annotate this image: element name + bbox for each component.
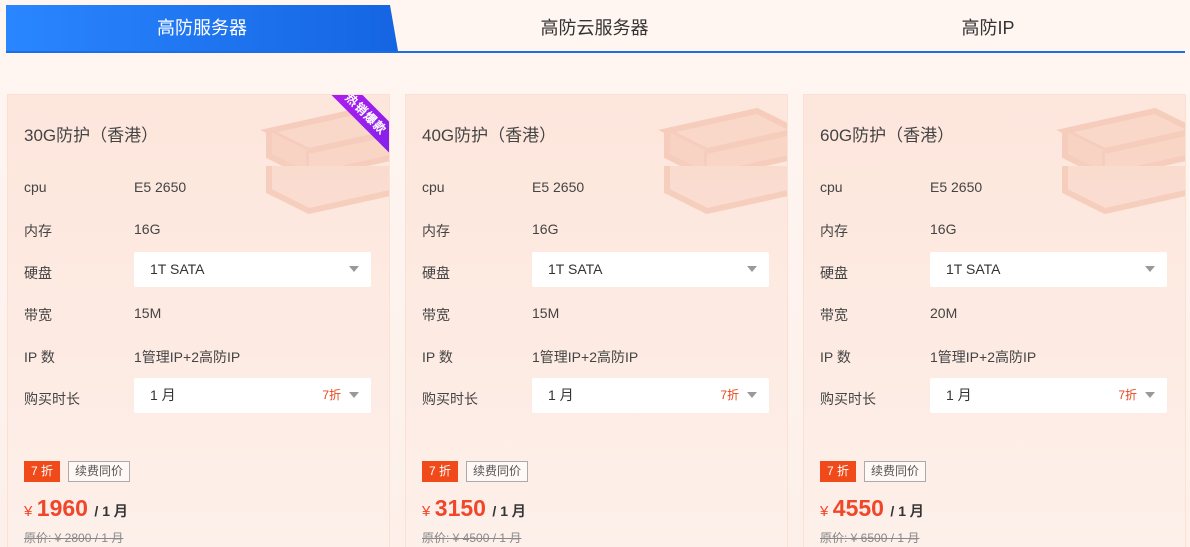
duration-select-value: 1 月: [946, 387, 972, 403]
pricing-page: 高防服务器 高防云服务器 高防IP 热销爆款 30G防护（香港） cpu E5 …: [0, 0, 1190, 547]
ip-label: IP 数: [820, 349, 851, 365]
memory-value: 16G: [134, 221, 161, 237]
plan-title: 40G防护（香港）: [422, 126, 557, 145]
bandwidth-value: 15M: [134, 305, 162, 321]
duration-select[interactable]: 1 月 7折: [134, 378, 371, 413]
memory-label: 内存: [820, 223, 848, 239]
price-unit: / 1 月: [94, 503, 128, 519]
disk-select[interactable]: 1T SATA: [930, 252, 1167, 287]
cpu-value: E5 2650: [532, 179, 585, 195]
price-unit: / 1 月: [492, 503, 526, 519]
renew-badge: 续费同价: [68, 461, 131, 482]
tab-ddos-ip[interactable]: 高防IP: [791, 5, 1185, 51]
chevron-down-icon: [1145, 266, 1155, 272]
memory-value: 16G: [532, 221, 559, 237]
discount-badge: 7 折: [820, 461, 857, 482]
memory-value: 16G: [930, 221, 957, 237]
cpu-label: cpu: [422, 179, 445, 195]
ip-value: 1管理IP+2高防IP: [134, 349, 241, 365]
cpu-label: cpu: [24, 179, 47, 195]
price: ¥ 3150 / 1 月: [422, 495, 526, 525]
hot-ribbon-label: 热销爆款: [319, 95, 389, 159]
disk-label: 硬盘: [820, 265, 848, 281]
disk-select[interactable]: 1T SATA: [532, 252, 769, 287]
disk-select-value: 1T SATA: [946, 261, 1001, 277]
chevron-down-icon: [349, 266, 359, 272]
bandwidth-label: 带宽: [24, 307, 52, 323]
duration-select-value: 1 月: [548, 387, 574, 403]
duration-discount: 7折: [322, 388, 341, 402]
disk-select[interactable]: 1T SATA: [134, 252, 371, 287]
price-unit: / 1 月: [890, 503, 924, 519]
price-amount: 3150: [434, 495, 486, 521]
disk-label: 硬盘: [24, 265, 52, 281]
bandwidth-value: 15M: [532, 305, 560, 321]
ip-value: 1管理IP+2高防IP: [532, 349, 639, 365]
product-tabs: 高防服务器 高防云服务器 高防IP: [6, 5, 1185, 53]
plan-title: 60G防护（香港）: [820, 126, 955, 145]
hot-ribbon: 热销爆款: [315, 95, 389, 159]
discount-badge: 7 折: [422, 461, 459, 482]
chevron-down-icon: [349, 392, 359, 398]
duration-select[interactable]: 1 月 7折: [532, 378, 769, 413]
memory-label: 内存: [422, 223, 450, 239]
tab-ddos-cloud-server[interactable]: 高防云服务器: [398, 5, 791, 51]
original-price: 原价: ¥ 6500 / 1 月: [820, 531, 920, 545]
chevron-down-icon: [747, 392, 757, 398]
duration-discount: 7折: [720, 388, 739, 402]
bandwidth-value: 20M: [930, 305, 958, 321]
disk-select-value: 1T SATA: [150, 261, 205, 277]
duration-label: 购买时长: [24, 391, 80, 407]
price-amount: 1960: [36, 495, 88, 521]
price-currency: ¥: [24, 503, 33, 520]
plan-card: 热销爆款 30G防护（香港） cpu E5 2650 内存 16G 硬盘 1T …: [7, 94, 390, 547]
cpu-value: E5 2650: [930, 179, 983, 195]
chevron-down-icon: [747, 266, 757, 272]
duration-label: 购买时长: [422, 391, 478, 407]
renew-badge: 续费同价: [864, 461, 927, 482]
cpu-label: cpu: [820, 179, 843, 195]
server-illustration-icon: [1056, 107, 1185, 215]
price-currency: ¥: [422, 503, 431, 520]
duration-select[interactable]: 1 月 7折: [930, 378, 1167, 413]
price-currency: ¥: [820, 503, 829, 520]
bandwidth-label: 带宽: [422, 307, 450, 323]
original-price: 原价: ¥ 4500 / 1 月: [422, 531, 522, 545]
renew-badge: 续费同价: [466, 461, 529, 482]
ip-label: IP 数: [422, 349, 453, 365]
price: ¥ 1960 / 1 月: [24, 495, 128, 525]
plan-title: 30G防护（香港）: [24, 126, 159, 145]
bandwidth-label: 带宽: [820, 307, 848, 323]
duration-select-value: 1 月: [150, 387, 176, 403]
duration-label: 购买时长: [820, 391, 876, 407]
price: ¥ 4550 / 1 月: [820, 495, 924, 525]
price-amount: 4550: [832, 495, 884, 521]
memory-label: 内存: [24, 223, 52, 239]
chevron-down-icon: [1145, 392, 1155, 398]
tab-ddos-server[interactable]: 高防服务器: [6, 5, 398, 51]
server-illustration-icon: [658, 107, 787, 215]
duration-discount: 7折: [1118, 388, 1137, 402]
disk-label: 硬盘: [422, 265, 450, 281]
disk-select-value: 1T SATA: [548, 261, 603, 277]
ip-value: 1管理IP+2高防IP: [930, 349, 1037, 365]
discount-badge: 7 折: [24, 461, 61, 482]
plan-card: 60G防护（香港） cpu E5 2650 内存 16G 硬盘 1T SATA …: [803, 94, 1186, 547]
plan-card: 40G防护（香港） cpu E5 2650 内存 16G 硬盘 1T SATA …: [405, 94, 788, 547]
ip-label: IP 数: [24, 349, 55, 365]
cpu-value: E5 2650: [134, 179, 187, 195]
original-price: 原价: ¥ 2800 / 1 月: [24, 531, 124, 545]
